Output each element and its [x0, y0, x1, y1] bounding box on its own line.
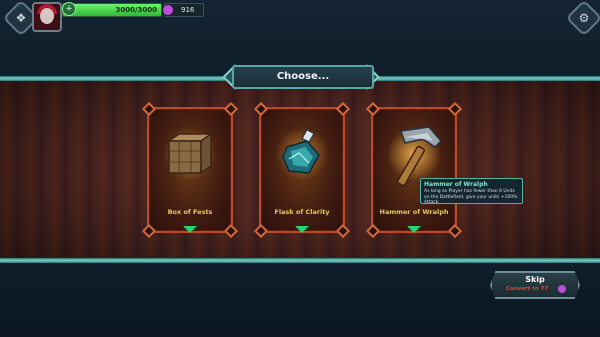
card-name: Flask of Clarity — [274, 208, 330, 216]
card-name: Hammer of Wralph — [379, 208, 449, 216]
deck-icon: ❖ — [15, 11, 27, 25]
flask-icon — [282, 129, 320, 174]
select-indicator — [183, 226, 197, 233]
card-hammer-of-wralph[interactable]: Hammer of Wralph — [365, 101, 463, 239]
currency-display: 916 — [163, 3, 204, 17]
select-indicator — [407, 226, 421, 233]
choose-banner: Choose... — [232, 65, 374, 89]
gem-icon — [163, 5, 173, 15]
currency-value: 916 — [181, 6, 195, 14]
skip-button[interactable]: Skip Convert to 77 — [490, 271, 580, 299]
bottom-rail — [0, 258, 600, 263]
tooltip-description: As long as Player has fewer than 6 Units… — [424, 189, 518, 205]
skip-convert-text: Convert to 77 — [506, 286, 549, 292]
tooltip-title: Hammer of Wralph — [424, 181, 488, 188]
hp-text: 3000/3000 — [115, 6, 157, 14]
banner-title: Choose... — [276, 71, 330, 82]
avatar[interactable] — [32, 2, 62, 32]
card-name: Box of Fests — [167, 208, 213, 216]
item-tooltip: Hammer of Wralph As long as Player has f… — [420, 178, 523, 205]
card-box-of-fests[interactable]: Box of Fests — [141, 101, 239, 239]
skip-label: Skip — [525, 275, 545, 284]
hp-bar: 3000/3000 — [62, 3, 162, 17]
select-indicator — [295, 226, 309, 233]
gem-icon — [558, 285, 566, 293]
crate-icon — [166, 132, 214, 175]
card-flask-of-clarity[interactable]: Flask of Clarity — [253, 101, 351, 239]
gear-icon: ⚙ — [578, 11, 590, 25]
heal-icon: + — [62, 2, 76, 16]
